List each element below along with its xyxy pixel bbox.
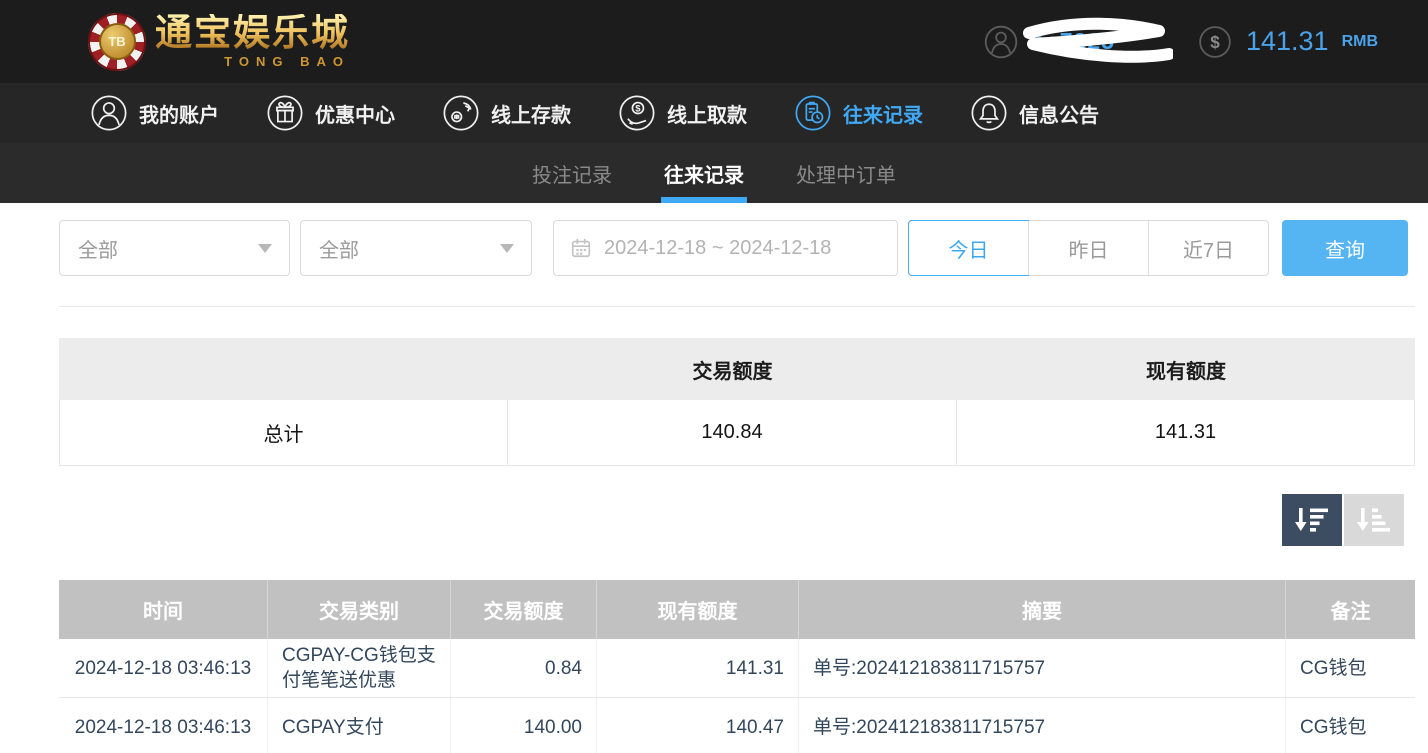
quick-label: 今日: [949, 234, 989, 263]
cell-time: 2024-12-18 03:46:13: [59, 639, 268, 697]
gift-icon: [266, 94, 304, 132]
cell-note: CG钱包: [1286, 698, 1415, 753]
nav-item-my-account[interactable]: 我的账户: [90, 94, 219, 132]
chip-label: TB: [99, 23, 136, 60]
records-table: 时间 交易类别 交易额度 现有额度 摘要 备注 2024-12-18 03:46…: [59, 580, 1415, 753]
nav-label: 优惠中心: [315, 99, 395, 128]
section-divider: [59, 306, 1415, 307]
cell-time: 2024-12-18 03:46:13: [59, 698, 268, 753]
calendar-icon: [570, 237, 592, 259]
username: bc7325: [1031, 28, 1115, 55]
records-icon: [794, 94, 832, 132]
cell-balance: 141.31: [597, 639, 799, 697]
header-type: 交易类别: [268, 580, 451, 639]
quick-today-button[interactable]: 今日: [909, 221, 1028, 275]
nav-item-transaction-records[interactable]: 往来记录: [794, 94, 923, 132]
summary-header-amount: 交易额度: [508, 338, 957, 400]
cell-amount: 140.00: [451, 698, 597, 753]
header-amount: 交易额度: [451, 580, 597, 639]
filter-bar: 全部 全部 2024-12-18 ~ 2024-12-18 今日 昨日: [59, 220, 1408, 276]
tab-label: 往来记录: [664, 159, 744, 188]
nav-label: 线上存款: [491, 99, 571, 128]
summary-total-balance: 141.31: [957, 400, 1414, 465]
nav-item-withdraw[interactable]: $ 线上取款: [618, 94, 747, 132]
brand-text: 通宝娱乐城 TONG BAO: [155, 14, 350, 69]
quick-yesterday-button[interactable]: 昨日: [1028, 221, 1148, 275]
nav-label: 我的账户: [139, 99, 219, 128]
nav-item-deposit[interactable]: 线上存款: [442, 94, 571, 132]
category-select-value: 全部: [78, 234, 118, 263]
svg-text:$: $: [635, 104, 641, 115]
header-time: 时间: [59, 580, 268, 639]
tab-transaction-records[interactable]: 往来记录: [661, 143, 747, 203]
quick-last7days-button[interactable]: 近7日: [1148, 221, 1268, 275]
tab-betting-records[interactable]: 投注记录: [529, 143, 615, 203]
summary-header-empty: [59, 338, 508, 400]
chevron-down-icon: [258, 244, 272, 253]
quick-label: 近7日: [1183, 234, 1234, 263]
topbar-right: bc7325 $ 141.31 RMB: [983, 24, 1378, 60]
user-icon: [90, 94, 128, 132]
records-header-row: 时间 交易类别 交易额度 现有额度 摘要 备注: [59, 580, 1415, 639]
sort-ascending-icon: [1356, 506, 1392, 534]
header-note: 备注: [1286, 580, 1415, 639]
page: TB 通宝娱乐城 TONG BAO bc7325: [0, 0, 1428, 753]
sub-nav: 投注记录 往来记录 处理中订单: [0, 143, 1428, 203]
nav-label: 往来记录: [843, 99, 923, 128]
brand-logo[interactable]: TB 通宝娱乐城 TONG BAO: [88, 13, 350, 71]
balance[interactable]: $ 141.31 RMB: [1197, 24, 1378, 60]
tab-pending-orders[interactable]: 处理中订单: [793, 143, 899, 203]
quick-label: 昨日: [1069, 234, 1109, 263]
header-summary: 摘要: [799, 580, 1286, 639]
topbar: TB 通宝娱乐城 TONG BAO bc7325: [0, 0, 1428, 83]
user-circle-icon: [983, 24, 1019, 60]
nav-item-announcements[interactable]: 信息公告: [970, 94, 1099, 132]
chevron-down-icon: [500, 244, 514, 253]
brand-name-cn: 通宝娱乐城: [155, 14, 350, 53]
summary-header-row: 交易额度 现有额度: [59, 338, 1415, 400]
table-row: 2024-12-18 03:46:13 CGPAY支付 140.00 140.4…: [59, 698, 1415, 753]
cell-type: CGPAY-CG钱包支付笔笔送优惠: [268, 639, 451, 697]
summary-total-label: 总计: [60, 400, 508, 465]
deposit-icon: [442, 94, 480, 132]
tab-label: 处理中订单: [796, 159, 896, 188]
quick-date-group: 今日 昨日 近7日: [908, 220, 1269, 276]
summary-table: 交易额度 现有额度 总计 140.84 141.31: [59, 338, 1415, 466]
bell-icon: [970, 94, 1008, 132]
search-button[interactable]: 查询: [1282, 220, 1408, 276]
cell-amount: 0.84: [451, 639, 597, 697]
cell-note: CG钱包: [1286, 639, 1415, 697]
balance-amount: 141.31: [1246, 26, 1329, 57]
cell-summary: 单号:202412183811715757: [799, 639, 1286, 697]
nav-item-promotions[interactable]: 优惠中心: [266, 94, 395, 132]
svg-text:$: $: [1210, 32, 1220, 51]
sort-controls: [1282, 494, 1404, 546]
dollar-circle-icon: $: [1197, 24, 1233, 60]
summary-total-row: 总计 140.84 141.31: [59, 400, 1415, 466]
date-range-value: 2024-12-18 ~ 2024-12-18: [604, 237, 831, 260]
casino-chip-icon: TB: [88, 13, 146, 71]
nav-label: 信息公告: [1019, 99, 1099, 128]
cell-balance: 140.47: [597, 698, 799, 753]
table-row: 2024-12-18 03:46:13 CGPAY-CG钱包支付笔笔送优惠 0.…: [59, 639, 1415, 698]
sort-ascending-button[interactable]: [1344, 494, 1404, 546]
header-balance: 现有额度: [597, 580, 799, 639]
sort-descending-button[interactable]: [1282, 494, 1342, 546]
nav-label: 线上取款: [667, 99, 747, 128]
cell-type: CGPAY支付: [268, 698, 451, 753]
withdraw-icon: $: [618, 94, 656, 132]
cell-summary: 单号:202412183811715757: [799, 698, 1286, 753]
summary-total-amount: 140.84: [508, 400, 957, 465]
user-account[interactable]: bc7325: [983, 24, 1115, 60]
balance-currency: RMB: [1342, 33, 1378, 51]
type-select-value: 全部: [319, 234, 359, 263]
date-range-input[interactable]: 2024-12-18 ~ 2024-12-18: [553, 220, 898, 276]
sort-descending-icon: [1294, 506, 1330, 534]
category-select[interactable]: 全部: [59, 220, 290, 276]
type-select[interactable]: 全部: [300, 220, 532, 276]
main-nav: 我的账户 优惠中心 线上存款 $: [0, 83, 1428, 143]
brand-name-en: TONG BAO: [224, 54, 350, 69]
summary-header-balance: 现有额度: [957, 338, 1415, 400]
tab-label: 投注记录: [532, 159, 612, 188]
